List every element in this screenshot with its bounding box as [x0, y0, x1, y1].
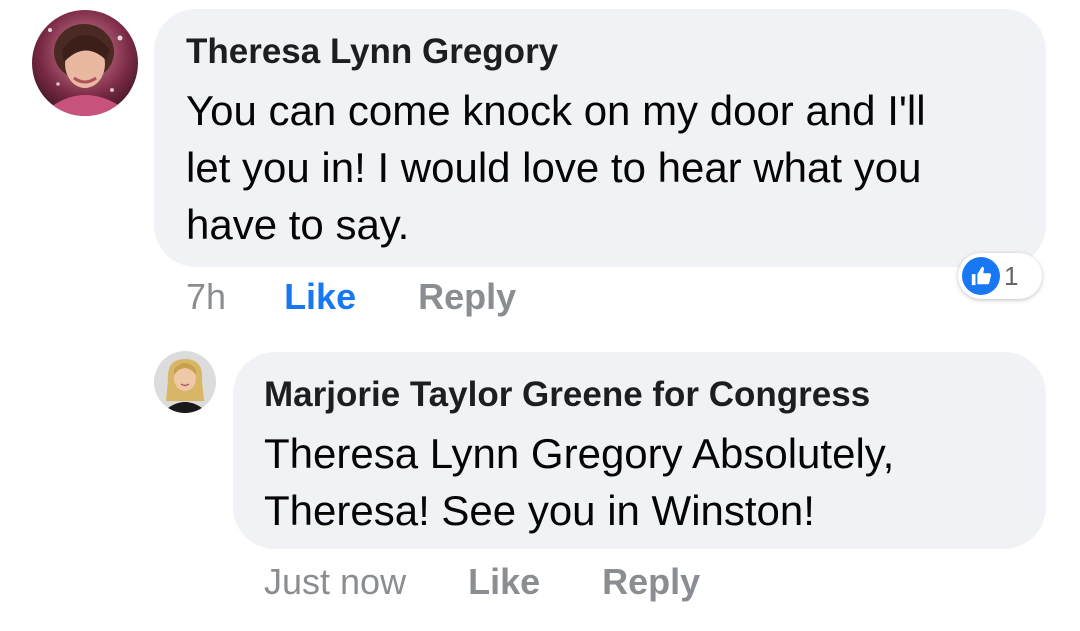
thumbs-up-icon	[962, 257, 1000, 295]
reaction-badge[interactable]: 1	[958, 253, 1042, 299]
reply-text-line: Theresa! See you in Winston!	[264, 487, 815, 534]
reply-button[interactable]: Reply	[418, 276, 516, 317]
like-button[interactable]: Like	[468, 561, 540, 602]
reply-author-avatar[interactable]	[154, 351, 216, 413]
comment-actions: 7h Like Reply	[186, 276, 516, 318]
like-button[interactable]: Like	[284, 276, 356, 317]
comment-text-line: have to say.	[186, 201, 410, 248]
profile-photo-icon	[32, 10, 138, 116]
reply-timestamp[interactable]: Just now	[264, 561, 406, 602]
comment-thread: Theresa Lynn Gregory You can come knock …	[0, 0, 1080, 631]
commenter-avatar[interactable]	[32, 10, 138, 116]
comment-timestamp[interactable]: 7h	[186, 276, 226, 317]
reply-text-line: Theresa Lynn Gregory Absolutely,	[264, 425, 894, 482]
reaction-count: 1	[1004, 260, 1019, 291]
mention-tag[interactable]: Theresa Lynn Gregory Absolutely,	[264, 430, 894, 477]
profile-photo-icon	[154, 351, 216, 413]
comment-text-line: let you in! I would love to hear what yo…	[186, 144, 922, 191]
comment-author[interactable]: Theresa Lynn Gregory	[186, 32, 558, 72]
reply-actions: Just now Like Reply	[264, 561, 700, 603]
reply-button[interactable]: Reply	[602, 561, 700, 602]
comment-text-line: You can come knock on my door and I'll	[186, 87, 926, 134]
reply-author[interactable]: Marjorie Taylor Greene for Congress	[264, 375, 870, 415]
